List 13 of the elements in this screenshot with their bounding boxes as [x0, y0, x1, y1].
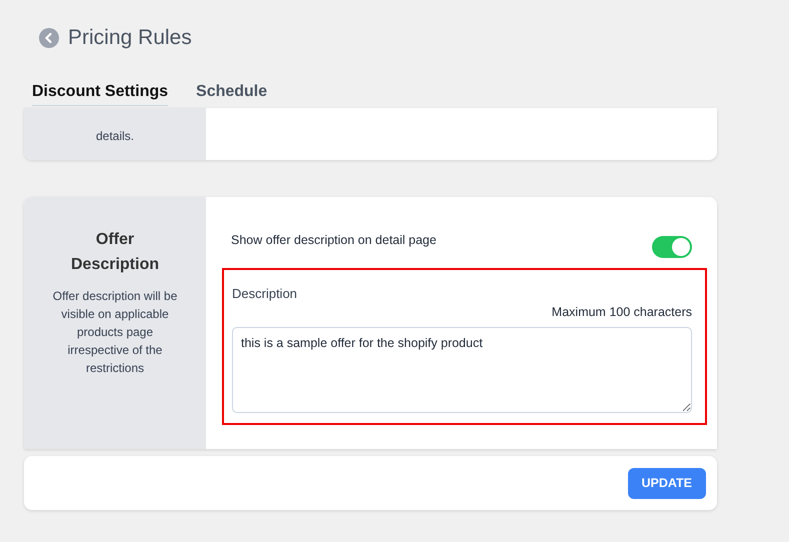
- page-title: Pricing Rules: [68, 26, 192, 50]
- tab[interactable]: Discount Settings: [32, 83, 168, 106]
- update-button[interactable]: UPDATE: [628, 468, 706, 498]
- section-description: Offer description will be visible on applicable products page irrespective of the restrictions: [52, 288, 178, 377]
- field-hint: Maximum 100 characters: [552, 305, 692, 319]
- toggle-switch[interactable]: [652, 236, 692, 258]
- field-label: Description: [232, 286, 298, 301]
- back-icon[interactable]: [39, 28, 59, 48]
- section-title: Offer Description: [70, 230, 160, 275]
- section-description: details.: [96, 128, 134, 145]
- toggle-label: Show offer description on detail page: [231, 233, 436, 247]
- tab[interactable]: Schedule: [196, 83, 268, 106]
- description-field[interactable]: this is a sample offer for the shopify product: [232, 327, 692, 413]
